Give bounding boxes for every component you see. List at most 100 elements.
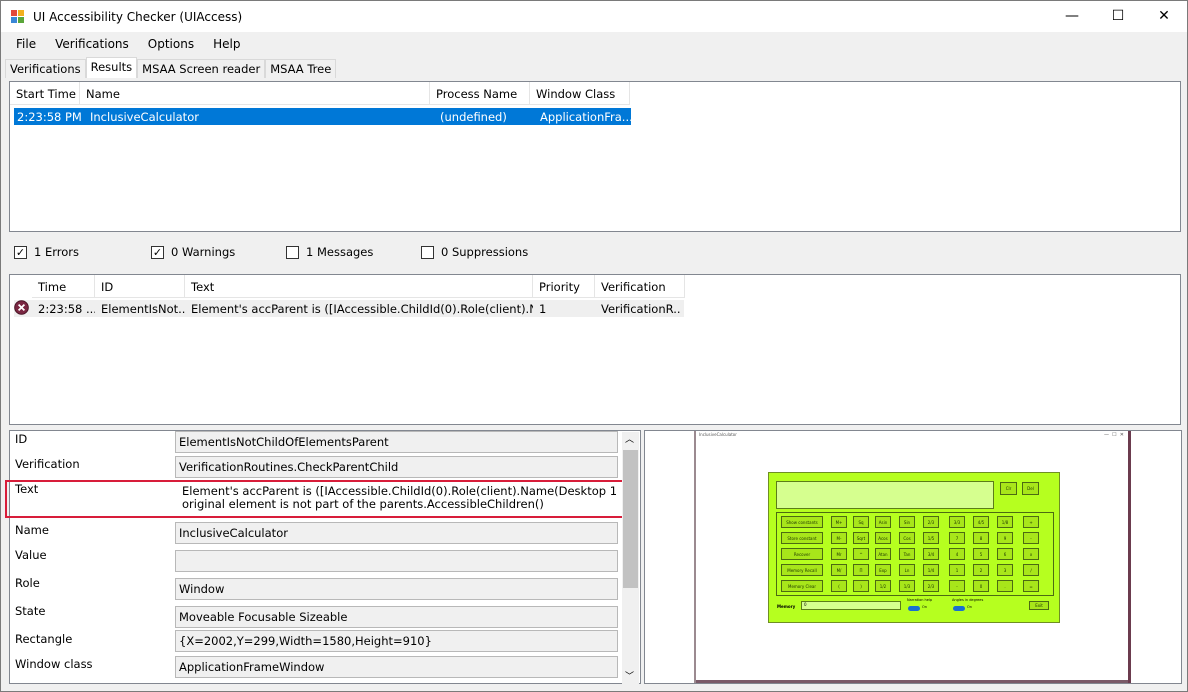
tab-msaa-tree[interactable]: MSAA Tree: [265, 59, 337, 78]
menu-options[interactable]: Options: [140, 34, 202, 54]
calc-key: Sqrt: [853, 532, 869, 544]
tab-strip: Verifications Results MSAA Screen reader…: [5, 57, 337, 78]
prop-label-role: Role: [15, 576, 40, 590]
col-text[interactable]: Text: [185, 275, 533, 297]
calc-key: 4/5: [973, 516, 989, 528]
calc-key: 9: [997, 532, 1013, 544]
calc-key: 8: [973, 532, 989, 544]
calc-key: (: [831, 580, 847, 592]
warnings-checkbox[interactable]: ✓ 0 Warnings: [151, 244, 235, 260]
col-priority[interactable]: Priority: [533, 275, 595, 297]
messages-checkbox[interactable]: 1 Messages: [286, 244, 373, 260]
calc-key: 3/3: [949, 516, 965, 528]
cell-start-time: 2:23:58 PM: [17, 109, 82, 124]
check-icon: ✓: [151, 245, 164, 259]
tab-results[interactable]: Results: [85, 57, 138, 78]
issues-header: Time ID Text Priority Verification: [32, 275, 685, 298]
calc-key: Sin: [899, 516, 915, 528]
clr-button: Clr: [1000, 482, 1017, 495]
menu-file[interactable]: File: [8, 34, 44, 54]
prop-value-window-class[interactable]: ApplicationFrameWindow: [175, 656, 618, 678]
col-start-time[interactable]: Start Time: [10, 82, 80, 104]
calc-key: +: [1023, 516, 1039, 528]
cell-id: ElementIsNot...: [101, 301, 185, 316]
scroll-up-icon[interactable]: ︿: [625, 432, 634, 445]
main-window: UI Accessibility Checker (UIAccess) — ☐ …: [0, 0, 1188, 692]
memory-label: Memory: [777, 604, 796, 609]
prop-value-verification[interactable]: VerificationRoutines.CheckParentChild: [175, 456, 618, 478]
cell-text: Element's accParent is ([IAccessible.Chi…: [191, 301, 533, 316]
col-process-name[interactable]: Process Name: [430, 82, 530, 104]
prop-value-state[interactable]: Moveable Focusable Sizeable: [175, 606, 618, 628]
prop-value-id[interactable]: ElementIsNotChildOfElementsParent: [175, 431, 618, 453]
col-verification[interactable]: Verification: [595, 275, 685, 297]
calc-key: ^: [853, 548, 869, 560]
calc-key: /: [1023, 564, 1039, 576]
cell-name: InclusiveCalculator: [90, 109, 199, 124]
calc-key: M-: [831, 532, 847, 544]
app-icon: [11, 9, 25, 24]
angles-toggle: [953, 606, 965, 611]
calc-key: Sq: [853, 516, 869, 528]
menu-verifications[interactable]: Verifications: [47, 34, 137, 54]
cell-process-name: (undefined): [440, 109, 507, 124]
calc-key: Mr: [831, 548, 847, 560]
calc-key: 5: [973, 548, 989, 560]
cell-verification: VerificationR...: [601, 301, 681, 316]
scroll-thumb[interactable]: [623, 450, 638, 588]
prop-label-id: ID: [15, 432, 28, 446]
table-row[interactable]: 2:23:58 PM InclusiveCalculator (undefine…: [14, 108, 631, 125]
calc-key: 2/3: [923, 516, 939, 528]
calc-key: ): [853, 580, 869, 592]
issues-list[interactable]: Time ID Text Priority Verification 2:23:…: [9, 274, 1181, 425]
col-id[interactable]: ID: [95, 275, 185, 297]
calc-key: 2: [973, 564, 989, 576]
calc-key: 1/5: [923, 532, 939, 544]
memory-field: 0: [801, 601, 901, 610]
calc-key: 3: [997, 564, 1013, 576]
prop-value-role[interactable]: Window: [175, 578, 618, 600]
calc-key: 1: [949, 564, 965, 576]
calc-key: Ln: [899, 564, 915, 576]
tab-msaa-screen-reader[interactable]: MSAA Screen reader: [137, 59, 266, 78]
calc-key: .: [997, 580, 1013, 592]
col-name[interactable]: Name: [80, 82, 430, 104]
calc-key: 3/4: [923, 548, 939, 560]
close-button[interactable]: ✕: [1141, 1, 1187, 31]
error-icon: [14, 299, 32, 318]
prop-label-value: Value: [15, 548, 47, 562]
preview-window-controls: — ☐ ✕: [1103, 432, 1124, 438]
tab-verifications[interactable]: Verifications: [5, 59, 86, 78]
calc-key: Acos: [875, 532, 891, 544]
prop-value-rectangle[interactable]: {X=2002,Y=299,Width=1580,Height=910}: [175, 630, 618, 652]
col-window-class[interactable]: Window Class: [530, 82, 630, 104]
properties-scrollbar[interactable]: ︿ ﹀: [622, 432, 639, 684]
del-button: Del: [1022, 482, 1039, 495]
calc-key: 1/8: [997, 516, 1013, 528]
calc-key: M/: [831, 564, 847, 576]
calc-key: M+: [831, 516, 847, 528]
calc-key: Tan: [899, 548, 915, 560]
col-time[interactable]: Time: [32, 275, 95, 297]
errors-checkbox[interactable]: ✓ 1 Errors: [14, 244, 79, 260]
results-header: Start Time Name Process Name Window Clas…: [10, 82, 630, 105]
calc-key: 1/4: [923, 564, 939, 576]
table-row[interactable]: 2:23:58 ... ElementIsNot... Element's ac…: [14, 299, 684, 318]
maximize-button[interactable]: ☐: [1095, 1, 1141, 31]
narration-toggle: [908, 606, 920, 611]
menu-bar: File Verifications Options Help: [8, 34, 248, 54]
calc-key: 6: [997, 548, 1013, 560]
text-highlight-box: [5, 480, 625, 518]
calc-key: 7: [949, 532, 965, 544]
scroll-down-icon[interactable]: ﹀: [625, 669, 634, 682]
minimize-button[interactable]: —: [1049, 1, 1095, 31]
results-list[interactable]: Start Time Name Process Name Window Clas…: [9, 81, 1181, 232]
prop-label-window-class: Window class: [15, 657, 93, 671]
prop-value-value[interactable]: [175, 550, 618, 572]
suppressions-checkbox[interactable]: 0 Suppressions: [421, 244, 528, 260]
prop-value-name[interactable]: InclusiveCalculator: [175, 522, 618, 544]
prop-label-name: Name: [15, 523, 49, 537]
menu-help[interactable]: Help: [205, 34, 248, 54]
calc-display: [776, 481, 994, 509]
title-bar: UI Accessibility Checker (UIAccess) — ☐ …: [1, 1, 1187, 32]
